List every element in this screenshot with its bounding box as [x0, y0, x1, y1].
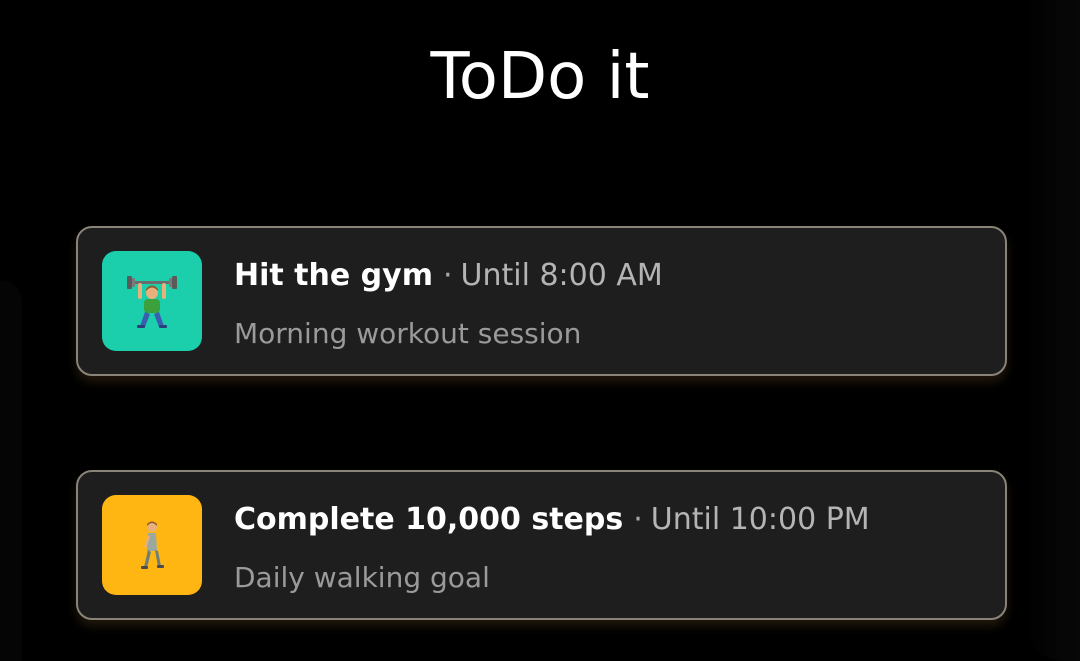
walking-person-icon — [141, 521, 164, 569]
task-card-gym[interactable]: Hit the gym · Until 8:00 AM Morning workou… — [76, 226, 1007, 376]
task-title: Complete 10,000 steps — [234, 502, 624, 537]
task-card-steps[interactable]: Complete 10,000 steps · Until 10:00 PM Dai… — [76, 470, 1007, 620]
task-icon-tile — [102, 495, 202, 595]
task-title: Hit the gym — [234, 258, 433, 293]
task-deadline: Until 10:00 PM — [650, 502, 870, 537]
task-title-line: Hit the gym · Until 8:00 AM — [234, 258, 663, 293]
task-subtitle: Daily walking goal — [234, 561, 490, 594]
weightlifter-icon — [127, 276, 177, 328]
app-title: ToDo it — [430, 40, 650, 114]
app-screen: ToDo it Hit the gym · Until 8:00 AM Morn… — [0, 0, 1080, 661]
title-separator: · — [633, 502, 643, 537]
task-deadline: Until 8:00 AM — [460, 258, 663, 293]
task-icon-tile — [102, 251, 202, 351]
task-title-line: Complete 10,000 steps · Until 10:00 PM — [234, 502, 870, 537]
title-separator: · — [442, 258, 453, 293]
task-subtitle: Morning workout session — [234, 317, 582, 350]
panel-edge-left — [0, 280, 22, 661]
